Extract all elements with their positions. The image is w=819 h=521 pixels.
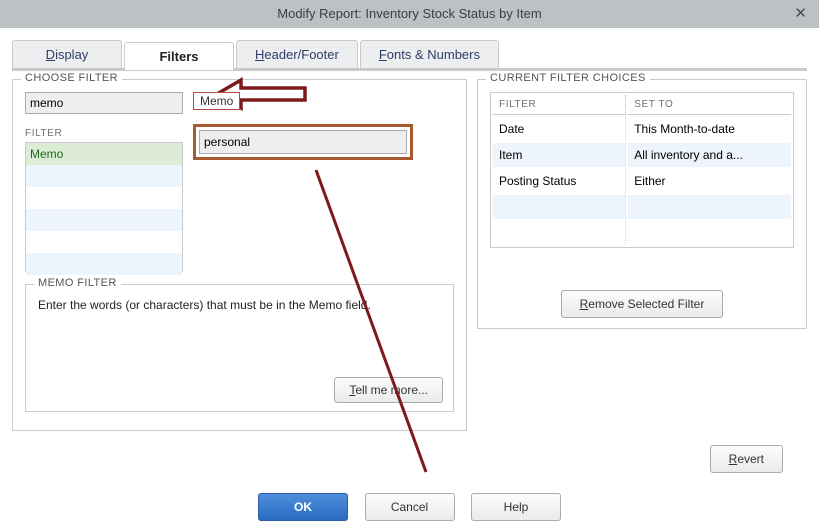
filter-value-input[interactable]: [199, 130, 407, 154]
filter-column-label: FILTER: [25, 128, 183, 139]
filter-list-item[interactable]: Memo: [26, 143, 182, 165]
memo-filter-legend: MEMO FILTER: [34, 277, 121, 289]
filter-list-item: [26, 187, 182, 209]
choices-row[interactable]: Date This Month-to-date: [493, 117, 791, 141]
filter-search-input[interactable]: [25, 92, 183, 114]
tab-filters[interactable]: Filters: [124, 42, 234, 70]
filter-list-item: [26, 253, 182, 275]
current-choices-legend: CURRENT FILTER CHOICES: [486, 72, 650, 84]
choices-row[interactable]: Posting Status Either: [493, 169, 791, 193]
revert-button[interactable]: Revert: [710, 445, 783, 473]
choose-filter-legend: CHOOSE FILTER: [21, 72, 122, 84]
filter-value-chip: Memo: [193, 92, 240, 110]
choices-col-filter: FILTER: [493, 95, 626, 115]
choices-col-setto: SET TO: [628, 95, 791, 115]
filter-value-highlight: [193, 124, 413, 160]
tell-me-more-button[interactable]: Tell me more...: [334, 377, 443, 403]
titlebar: Modify Report: Inventory Stock Status by…: [0, 0, 819, 28]
close-icon[interactable]: ✕: [794, 0, 807, 28]
current-choices-table: FILTER SET TO Date This Month-to-date It…: [490, 92, 794, 248]
filter-list[interactable]: Memo: [25, 142, 183, 272]
filter-list-item: [26, 165, 182, 187]
memo-filter-hint: Enter the words (or characters) that mus…: [38, 297, 441, 314]
choices-row: [493, 195, 791, 219]
memo-filter-group: MEMO FILTER Enter the words (or characte…: [25, 284, 454, 412]
window-title: Modify Report: Inventory Stock Status by…: [277, 6, 541, 21]
current-filter-choices-group: CURRENT FILTER CHOICES FILTER SET TO Dat…: [477, 79, 807, 329]
choose-filter-group: CHOOSE FILTER FILTER Memo: [12, 79, 467, 431]
filter-list-item: [26, 231, 182, 253]
remove-selected-filter-button[interactable]: Remove Selected Filter: [561, 290, 724, 318]
tab-display[interactable]: Display: [12, 40, 122, 68]
tabs: Display Filters Header/Footer Fonts & Nu…: [12, 40, 807, 71]
tab-header-footer[interactable]: Header/Footer: [236, 40, 358, 68]
filter-list-item: [26, 209, 182, 231]
choices-row: [493, 221, 791, 245]
choices-row[interactable]: Item All inventory and a...: [493, 143, 791, 167]
tab-fonts-numbers[interactable]: Fonts & Numbers: [360, 40, 499, 68]
